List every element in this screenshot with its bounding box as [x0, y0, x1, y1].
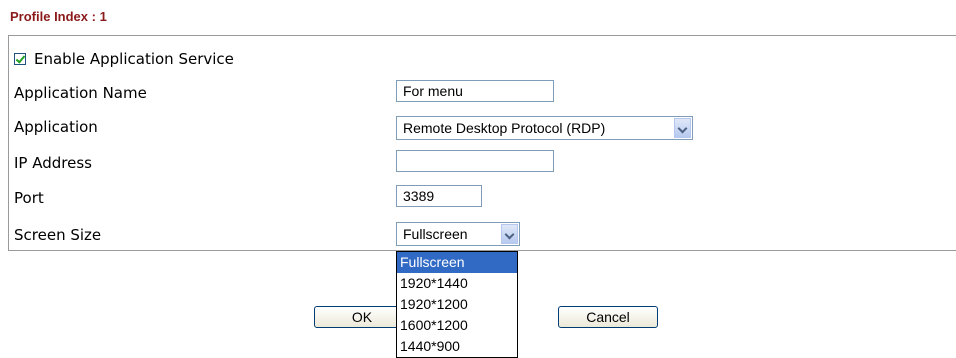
page-title: Profile Index : 1	[10, 9, 107, 24]
application-select[interactable]: Remote Desktop Protocol (RDP)	[396, 116, 693, 140]
dropdown-option[interactable]: 1920*1440	[397, 273, 517, 294]
port-input[interactable]: 3389	[396, 185, 482, 207]
enable-service-checkbox[interactable]	[14, 53, 26, 65]
screen-size-select[interactable]: Fullscreen	[396, 222, 520, 246]
chevron-down-icon[interactable]	[501, 224, 518, 244]
dropdown-option[interactable]: Fullscreen	[397, 252, 517, 273]
port-label: Port	[14, 189, 44, 207]
cancel-button[interactable]: Cancel	[558, 306, 658, 328]
enable-service-label: Enable Application Service	[34, 50, 234, 68]
screen-size-select-value: Fullscreen	[403, 226, 468, 242]
chevron-down-icon[interactable]	[674, 118, 691, 138]
dropdown-option[interactable]: 1600*1200	[397, 315, 517, 336]
screen-size-dropdown[interactable]: Fullscreen 1920*1440 1920*1200 1600*1200…	[396, 251, 518, 358]
dropdown-option[interactable]: 1920*1200	[397, 294, 517, 315]
screen-size-label: Screen Size	[14, 226, 102, 244]
app-name-label: Application Name	[14, 84, 147, 102]
application-label: Application	[14, 118, 98, 136]
app-name-input[interactable]: For menu	[396, 80, 554, 102]
ip-address-label: IP Address	[14, 154, 92, 172]
dropdown-option[interactable]: 1440*900	[397, 336, 517, 357]
application-select-value: Remote Desktop Protocol (RDP)	[403, 120, 606, 136]
ip-address-input[interactable]	[396, 150, 554, 172]
enable-service-row[interactable]: Enable Application Service	[14, 50, 234, 68]
